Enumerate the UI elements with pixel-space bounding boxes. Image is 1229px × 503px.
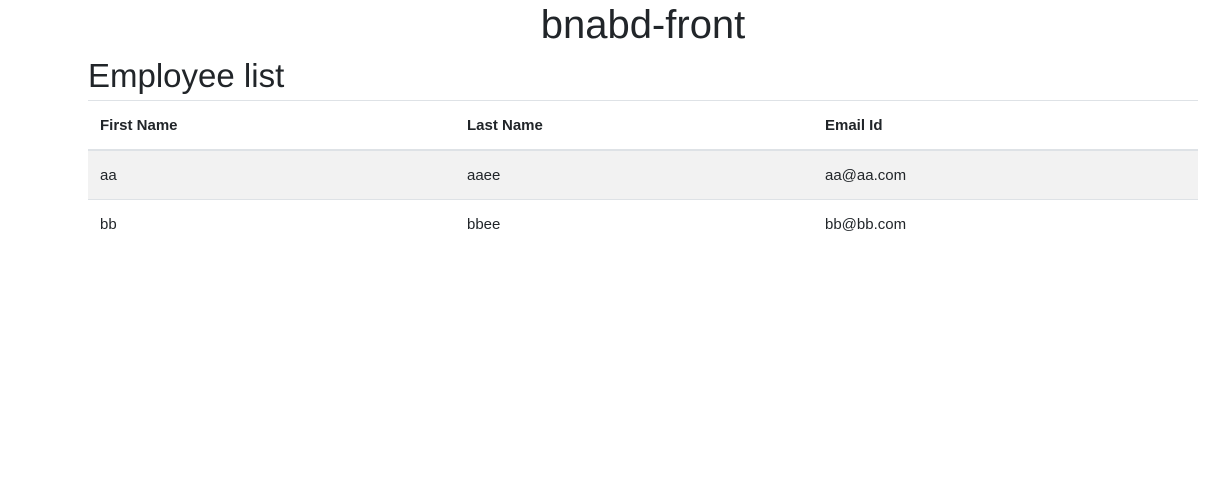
cell-email-id: aa@aa.com [813,149,1198,200]
main-container: Employee list First Name Last Name Email… [88,55,1198,248]
cell-last-name: bbee [455,199,813,248]
cell-first-name: aa [88,149,455,200]
employee-table: First Name Last Name Email Id aa aaee aa… [88,100,1198,248]
column-header-email-id: Email Id [813,100,1198,151]
app-title: bnabd-front [540,3,746,47]
cell-last-name: aaee [455,149,813,200]
table-header: First Name Last Name Email Id [88,100,1198,151]
page-title: Employee list [88,57,285,94]
column-header-last-name: Last Name [455,100,813,151]
table-header-row: First Name Last Name Email Id [88,100,1198,151]
cell-first-name: bb [88,199,455,248]
table-body: aa aaee aa@aa.com bb bbee bb@bb.com [88,149,1198,248]
column-header-first-name: First Name [88,100,455,151]
table-row: bb bbee bb@bb.com [88,199,1198,248]
table-row: aa aaee aa@aa.com [88,149,1198,200]
cell-email-id: bb@bb.com [813,199,1198,248]
